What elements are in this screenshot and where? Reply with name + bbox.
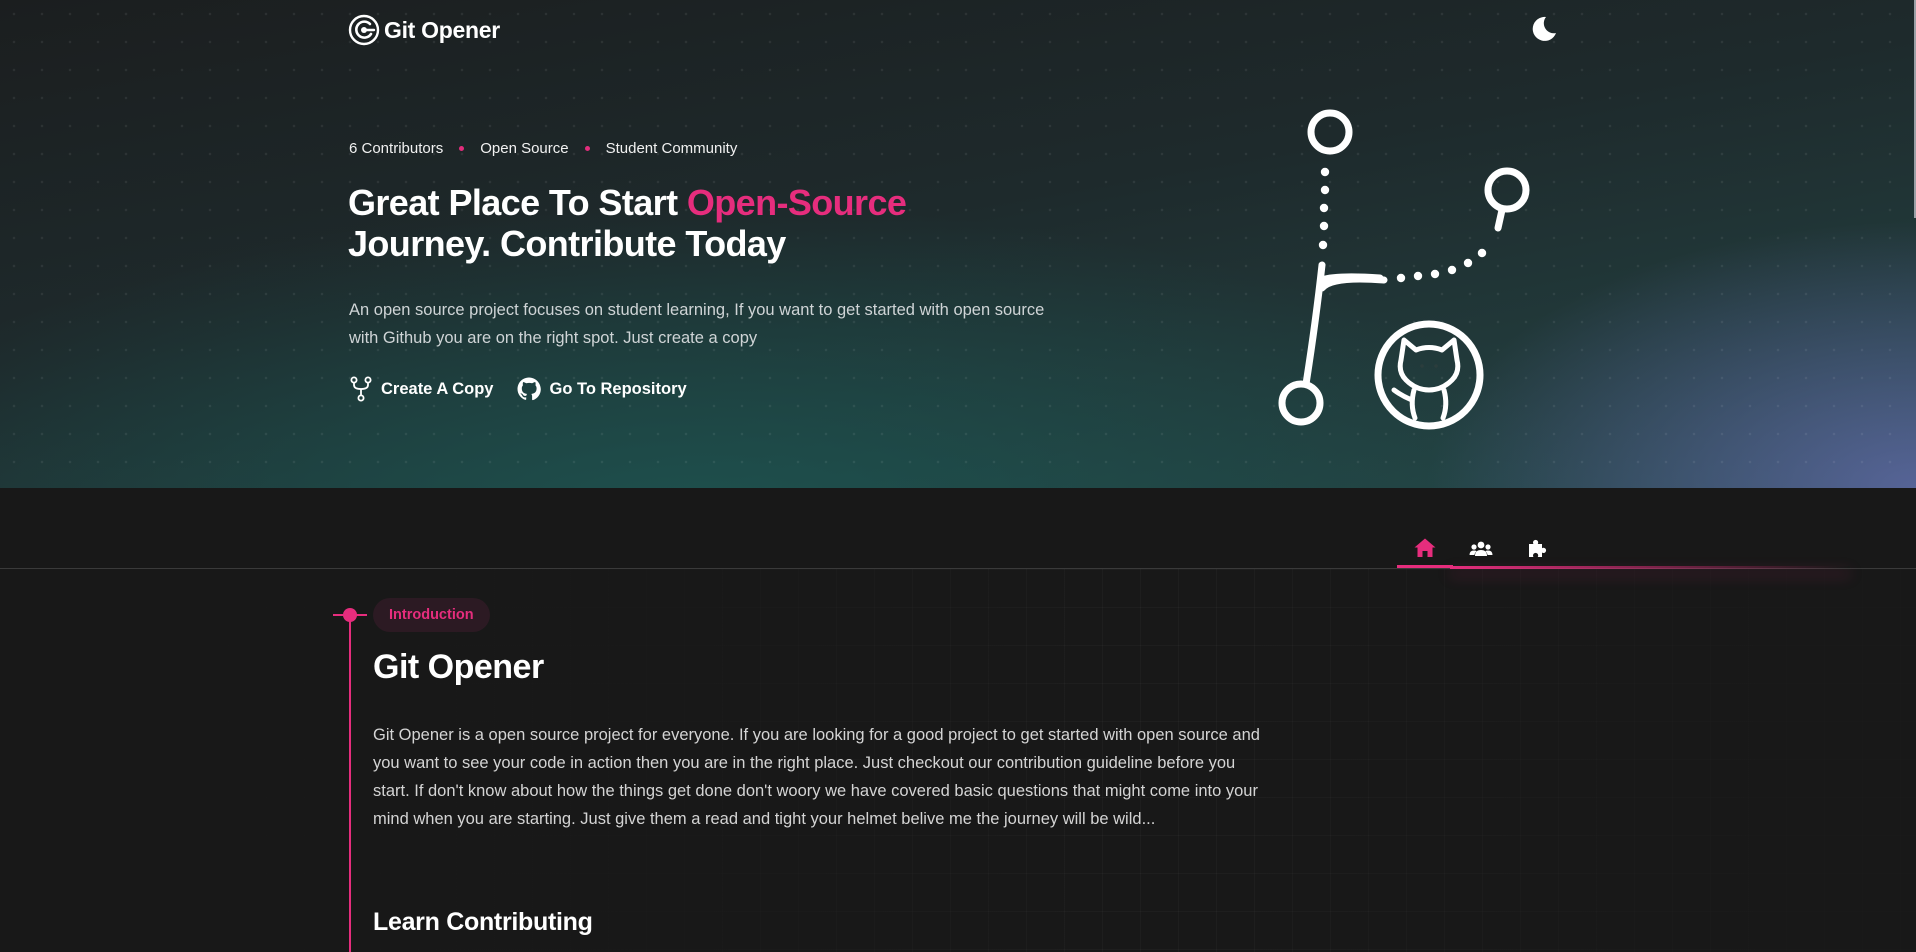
theme-toggle-button[interactable] [1528, 14, 1558, 44]
meta-open-source: Open Source [480, 140, 569, 157]
community-icon [1469, 541, 1493, 556]
meta-contributors: 6 Contributors [349, 140, 444, 157]
github-icon [517, 377, 542, 401]
create-copy-label: Create A Copy [381, 379, 494, 398]
section-paragraph: Git Opener is a open source project for … [373, 726, 1260, 828]
section-badge: Introduction [373, 598, 490, 632]
section-title: Git Opener [373, 648, 544, 686]
logo-icon [348, 14, 380, 46]
home-icon [1414, 538, 1436, 557]
hero-section: Git Opener 6 Contributors Open Source St… [0, 0, 1916, 488]
subsection-title: Learn Contributing [373, 908, 593, 936]
logo[interactable]: Git Opener [348, 14, 500, 46]
hero-actions: Create A Copy Go To Repository [349, 376, 687, 402]
nav-puzzle-tab[interactable] [1509, 530, 1565, 568]
headline-part1: Great Place To Start [348, 182, 687, 223]
nav-home-tab[interactable] [1397, 530, 1453, 568]
headline-accent: Open-Source [686, 182, 907, 223]
hero-description: An open source project focuses on studen… [349, 301, 1045, 347]
moon-icon [1532, 16, 1556, 41]
fork-icon [350, 376, 372, 402]
hero-headline: Great Place To Start Open-Source Journey… [348, 182, 1068, 264]
nav-community-tab[interactable] [1453, 530, 1509, 568]
logo-text: Git Opener [384, 16, 500, 43]
git-branch-illustration [1278, 109, 1530, 430]
timeline-line [349, 615, 351, 952]
puzzle-icon [1529, 539, 1547, 557]
meta-separator [459, 146, 465, 151]
meta-community: Student Community [605, 140, 738, 157]
meta-separator [584, 146, 590, 151]
go-to-repository-label: Go To Repository [549, 379, 687, 398]
create-copy-button[interactable]: Create A Copy [349, 376, 493, 402]
headline-part2: Journey. Contribute Today [348, 223, 786, 264]
go-to-repository-button[interactable]: Go To Repository [517, 376, 687, 402]
timeline-node-icon [333, 608, 367, 622]
hero-meta: 6 Contributors Open Source Student Commu… [349, 140, 737, 157]
